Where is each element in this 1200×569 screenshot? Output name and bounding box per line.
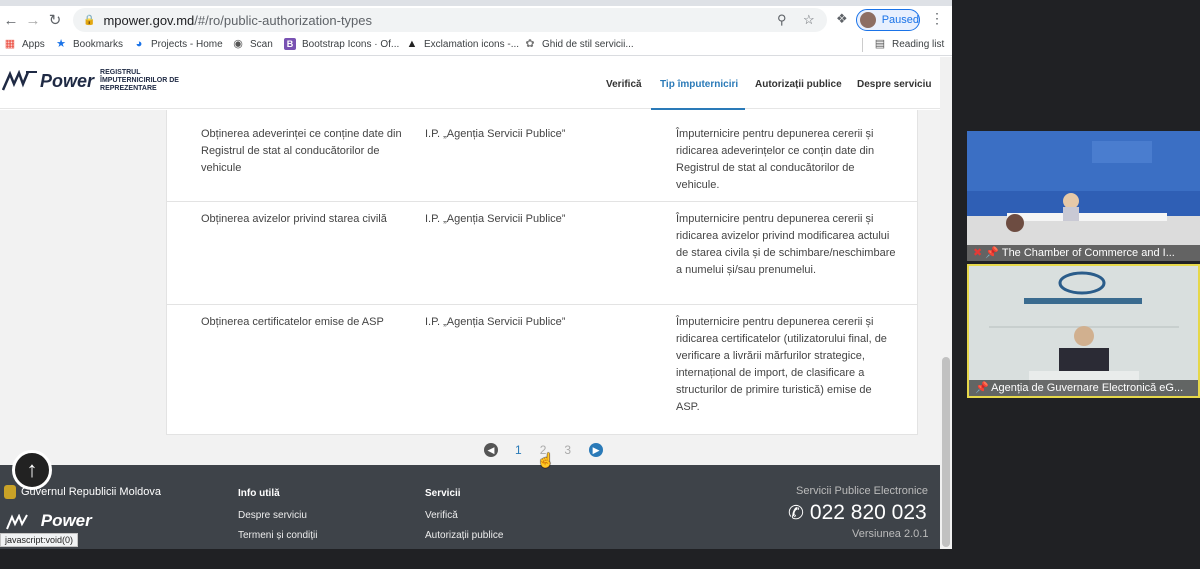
url-path: /#/ro/public-authorization-types — [194, 12, 373, 28]
video-tile-egov-agency[interactable]: 📌 Agenția de Guvernare Electronică eG... — [967, 264, 1200, 398]
description-cell: Împuternicire pentru depunerea cererii ș… — [676, 213, 896, 276]
page-scrollbar[interactable] — [940, 57, 952, 549]
extensions-icon[interactable]: ❖ — [836, 11, 848, 27]
government-name: Guvernul Republicii Moldova — [21, 486, 162, 498]
footer-mpower-logo[interactable]: Power — [6, 511, 92, 531]
pin-icon: 📌 — [975, 382, 989, 394]
phone-icon: ✆ — [788, 502, 804, 524]
scrollbar-thumb[interactable] — [942, 357, 950, 547]
style-guide-icon: ✿ — [525, 38, 535, 50]
footer-info-heading: Info utilă — [238, 488, 280, 499]
page-3-link[interactable]: 3 — [564, 443, 571, 457]
bookmark-star-icon[interactable]: ☆ — [803, 12, 815, 28]
profile-paused-button[interactable]: Paused — [856, 9, 920, 31]
video-feed-1 — [967, 131, 1200, 261]
footer-logo-mark — [6, 513, 28, 529]
authorization-types-table: Obținerea adeverinței ce conține date di… — [166, 110, 918, 435]
mpower-logo-mark — [2, 70, 37, 91]
service-name-cell: Obținerea certificatelor emise de ASP — [201, 316, 384, 328]
table-row: Obținerea adeverinței ce conține date di… — [167, 110, 917, 202]
bookmark-ghid-stil[interactable]: ✿ Ghid de stil servicii... — [524, 38, 633, 50]
bookmark-bookmarks[interactable]: ★ Bookmarks — [55, 38, 123, 50]
video-tile-label: 📌 Agenția de Guvernare Electronică eG... — [969, 380, 1198, 396]
site-header: Power REGISTRUL ÎMPUTERNICIRILOR DE REPR… — [0, 57, 940, 110]
back-icon[interactable]: ← — [0, 9, 22, 31]
authority-cell: I.P. „Agenția Servicii Publice” — [425, 213, 566, 225]
bookmark-apps[interactable]: ▦ Apps — [4, 38, 45, 50]
profile-status: Paused — [881, 14, 919, 26]
address-bar[interactable]: 🔒 mpower.gov.md/#/ro/public-authorizatio… — [73, 8, 827, 32]
description-cell: Împuternicire pentru depunerea cererii ș… — [676, 128, 875, 191]
reading-list-button[interactable]: ▤ Reading list — [874, 38, 944, 50]
bookmark-exclamation-icons[interactable]: ▲ Exclamation icons -... — [406, 38, 520, 50]
mpower-logo[interactable]: Power REGISTRUL ÎMPUTERNICIRILOR DE REPR… — [2, 69, 179, 93]
browser-toolbar: ← → ↻ 🔒 mpower.gov.md/#/ro/public-author… — [0, 6, 952, 34]
globe-icon: ◉ — [233, 38, 243, 50]
nav-tip-imputerniciri[interactable]: Tip împuterniciri — [660, 79, 738, 90]
footer-logo-word: Power — [40, 511, 92, 530]
reload-icon[interactable]: ↻ — [44, 9, 66, 31]
eservices-label: Servicii Publice Electronice — [796, 485, 929, 497]
url-text[interactable]: mpower.gov.md/#/ro/public-authorization-… — [103, 13, 372, 28]
browser-window: ← → ↻ 🔒 mpower.gov.md/#/ro/public-author… — [0, 0, 952, 549]
video-feed-2 — [969, 266, 1198, 396]
apps-grid-icon: ▦ — [4, 38, 16, 50]
authority-cell: I.P. „Agenția Servicii Publice” — [425, 316, 566, 328]
site-footer: Guvernul Republicii Moldova Power Info u… — [0, 465, 940, 549]
project-icon: ◕ — [135, 38, 143, 50]
forward-icon[interactable]: → — [22, 9, 44, 31]
avatar — [860, 12, 876, 28]
phone-contact[interactable]: ✆ 022 820 023 — [788, 501, 927, 525]
table-row: Obținerea certificatelor emise de ASP I.… — [167, 305, 917, 435]
video-tile-chamber-of-commerce[interactable]: ✖ 📌 The Chamber of Commerce and I... — [967, 131, 1200, 261]
bookmark-scan[interactable]: ◉ Scan — [232, 38, 273, 50]
footer-link-despre-serviciu[interactable]: Despre serviciu — [238, 510, 307, 521]
description-cell: Împuternicire pentru depunerea cererii ș… — [676, 316, 887, 413]
arrow-up-icon: ↑ — [26, 457, 38, 482]
bookmark-bootstrap-icons[interactable]: B Bootstrap Icons · Of... — [284, 38, 399, 50]
menu-icon[interactable]: ⋮ — [930, 10, 944, 27]
lock-icon: 🔒 — [83, 14, 96, 26]
exclamation-icon: ▲ — [406, 38, 418, 50]
status-bar: javascript:void(0) — [0, 533, 79, 547]
nav-verifica[interactable]: Verifică — [606, 79, 642, 90]
service-name-cell: Obținerea avizelor privind starea civilă — [201, 213, 387, 225]
zoom-icon[interactable]: ⚲ — [777, 12, 787, 28]
phone-number: 022 820 023 — [809, 501, 927, 524]
star-icon: ★ — [56, 38, 66, 50]
mic-muted-icon: ✖ — [973, 247, 983, 259]
footer-services-heading: Servicii — [425, 488, 461, 499]
bookmarks-bar: ▦ Apps ★ Bookmarks ◕ Projects - Home ◉ S… — [0, 34, 952, 56]
logo-word: Power — [40, 70, 95, 91]
hand-cursor-icon: ☝ — [537, 452, 555, 468]
reading-list-icon: ▤ — [874, 38, 886, 50]
nav-despre-serviciu[interactable]: Despre serviciu — [857, 79, 932, 90]
next-page-icon[interactable]: ▶ — [589, 443, 604, 457]
video-tile-label: ✖ 📌 The Chamber of Commerce and I... — [967, 245, 1200, 261]
service-name-cell: Obținerea adeverinței ce conține date di… — [201, 128, 402, 174]
footer-link-termeni[interactable]: Termeni și condiții — [238, 530, 317, 541]
footer-link-autorizatii[interactable]: Autorizații publice — [425, 530, 503, 541]
authority-cell: I.P. „Agenția Servicii Publice” — [425, 128, 566, 140]
moldova-coat-of-arms-icon — [4, 485, 16, 499]
bookmark-projects-home[interactable]: ◕ Projects - Home — [133, 38, 223, 50]
footer-link-verifica[interactable]: Verifică — [425, 510, 458, 521]
logo-subtitle: REGISTRUL ÎMPUTERNICIRILOR DE REPREZENTA… — [100, 69, 179, 92]
version-label: Versiunea 2.0.1 — [852, 528, 929, 540]
table-row: Obținerea avizelor privind starea civilă… — [167, 202, 917, 305]
pin-icon: 📌 — [985, 247, 999, 259]
nav-autorizatii-publice[interactable]: Autorizații publice — [755, 79, 842, 90]
page-1-link[interactable]: 1 — [515, 443, 522, 457]
url-host: mpower.gov.md — [103, 12, 195, 28]
previous-page-icon[interactable]: ◀ — [484, 443, 498, 457]
scroll-to-top-button[interactable]: ↑ — [12, 450, 52, 490]
bootstrap-icon: B — [284, 38, 296, 50]
bookmarks-divider — [862, 38, 863, 52]
